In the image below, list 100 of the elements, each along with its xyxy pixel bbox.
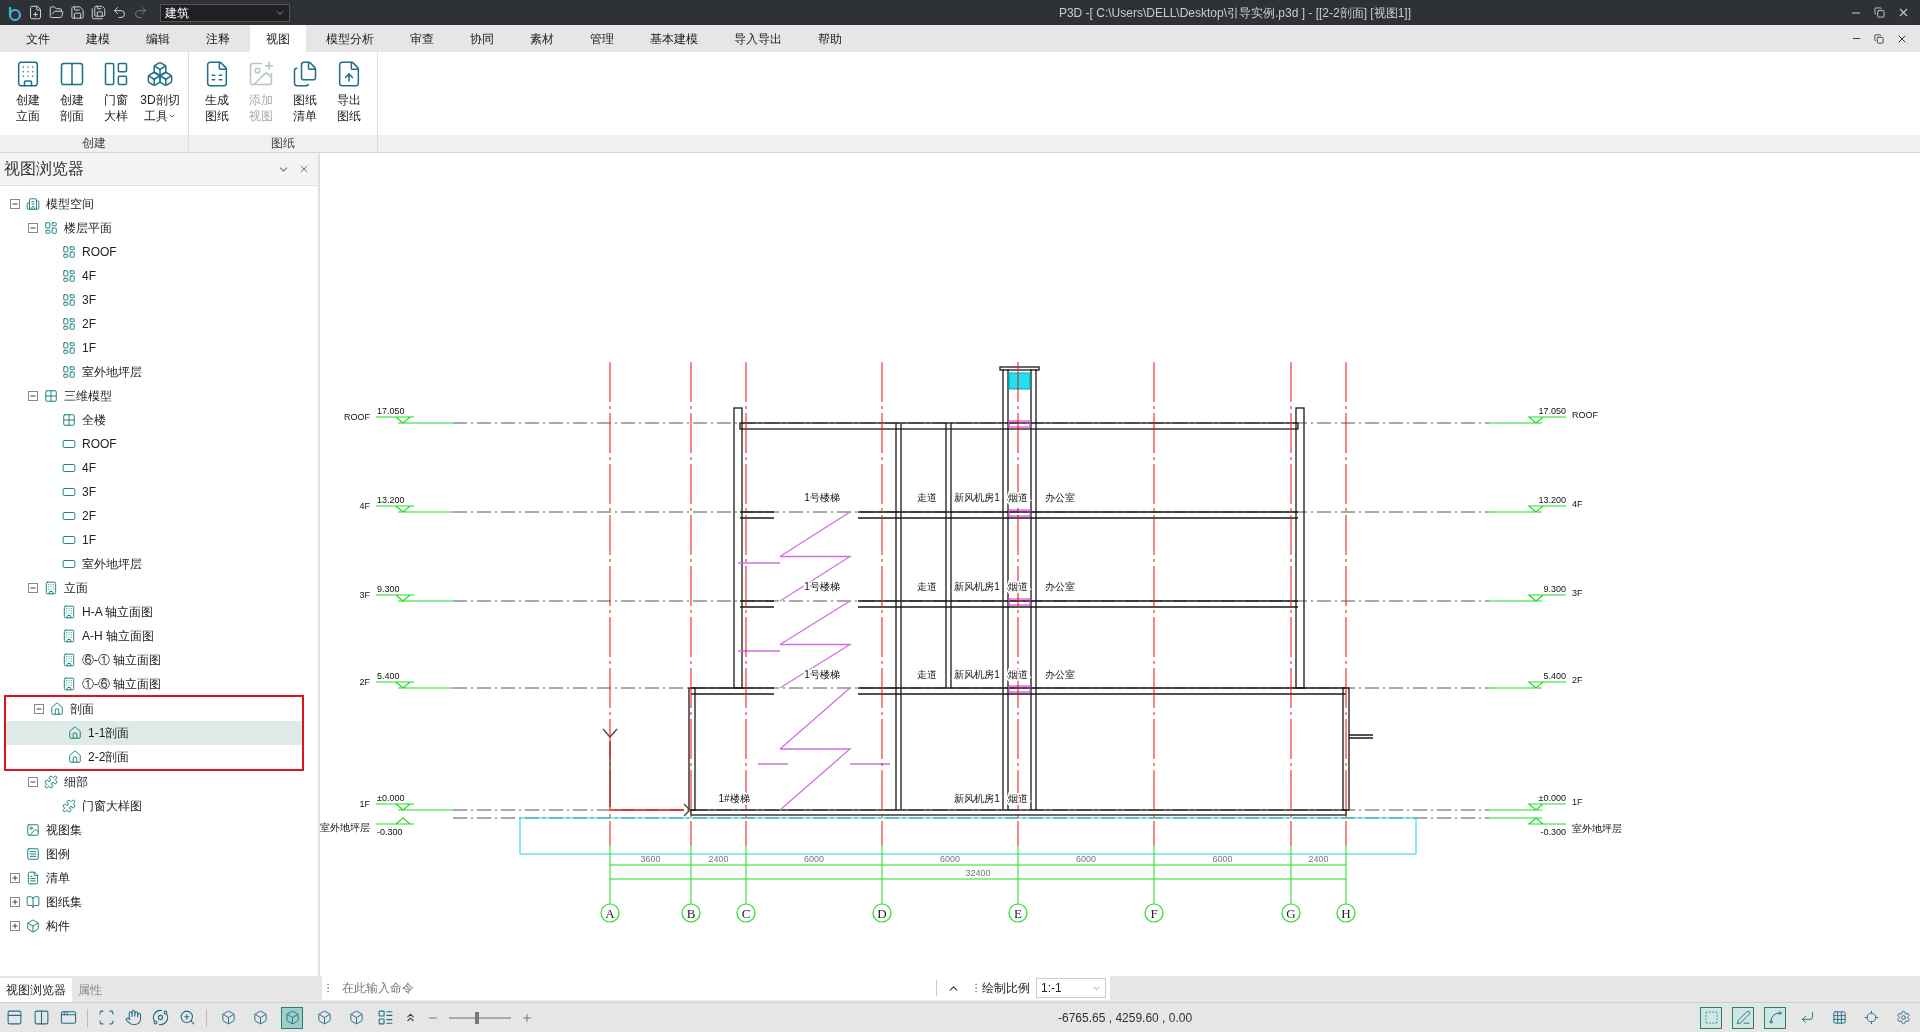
panel-tab[interactable]: 视图浏览器 — [0, 978, 72, 1002]
tree-item[interactable]: 4F — [0, 456, 318, 480]
menu-tab[interactable]: 协同 — [454, 25, 510, 52]
save-icon[interactable] — [70, 5, 85, 20]
slab-icon — [62, 485, 76, 499]
collapse-icon[interactable] — [28, 583, 38, 593]
orbit-icon[interactable] — [152, 1009, 169, 1026]
menu-tab[interactable]: 管理 — [574, 25, 630, 52]
panel-icon[interactable] — [6, 1009, 23, 1026]
snap-toggle[interactable] — [1732, 1006, 1754, 1029]
ribbon-button[interactable]: 生成 图纸 — [197, 60, 237, 124]
chevrons-up-icon[interactable] — [404, 1011, 417, 1024]
tree-item[interactable]: 1F — [0, 336, 318, 360]
tree-item[interactable]: 2F — [0, 504, 318, 528]
new-file-icon[interactable] — [28, 5, 43, 20]
collapse-icon[interactable] — [28, 777, 38, 787]
collapse-icon[interactable] — [10, 199, 20, 209]
menu-tab[interactable]: 建模 — [70, 25, 126, 52]
tree-item[interactable]: ⑥-① 轴立面图 — [0, 648, 318, 672]
menu-tab[interactable]: 审查 — [394, 25, 450, 52]
zoom-slider[interactable] — [449, 1010, 511, 1025]
tree-item[interactable]: 3F — [0, 480, 318, 504]
menu-tab[interactable]: 编辑 — [130, 25, 186, 52]
zoom-icon[interactable] — [179, 1009, 196, 1026]
room-label: 办公室 — [1045, 581, 1075, 592]
tree-item[interactable]: 立面 — [0, 576, 318, 600]
tree-item[interactable]: ①-⑥ 轴立面图 — [0, 672, 318, 696]
tree-item[interactable]: 1F — [0, 528, 318, 552]
level-name: 室外地坪层 — [1572, 823, 1622, 834]
menu-tab[interactable]: 模型分析 — [310, 25, 390, 52]
house-icon — [68, 750, 82, 764]
level-symbol — [375, 817, 415, 825]
menu-tab[interactable]: 素材 — [514, 25, 570, 52]
discipline-dropdown[interactable]: 建筑 — [160, 3, 290, 22]
menu-tab[interactable]: 帮助 — [802, 25, 858, 52]
tree-item[interactable]: 剖面 — [6, 697, 302, 721]
window-icon[interactable] — [60, 1009, 77, 1026]
elevation-label: 17.050 — [377, 406, 405, 416]
ribbon-button[interactable]: 导出 图纸 — [329, 60, 369, 124]
tree-item[interactable]: 室外地坪层 — [0, 552, 318, 576]
tree-item[interactable]: A-H 轴立面图 — [0, 624, 318, 648]
room-label: 新风机房1 — [954, 793, 1000, 804]
command-input[interactable]: 在此输入命令 — [334, 976, 930, 1000]
tree-item[interactable]: 构件 — [0, 914, 318, 938]
tree-item[interactable]: 模型空间 — [0, 192, 318, 216]
tree-item[interactable]: 视图集 — [0, 818, 318, 842]
undo-icon[interactable] — [112, 5, 127, 20]
open-folder-icon[interactable] — [49, 5, 64, 20]
restore-icon[interactable] — [1874, 33, 1884, 44]
zoom-in-icon[interactable] — [521, 1011, 533, 1024]
tree-item[interactable]: 细部 — [0, 770, 318, 794]
tree-item[interactable]: 室外地坪层 — [0, 360, 318, 384]
ribbon-button[interactable]: 创建 剖面 — [52, 60, 92, 124]
expand-icon[interactable] — [10, 921, 20, 931]
slider-thumb[interactable] — [474, 1011, 479, 1024]
close-icon[interactable] — [1897, 6, 1910, 19]
collapse-icon[interactable] — [28, 391, 38, 401]
expand-icon[interactable] — [10, 897, 20, 907]
tree-item[interactable]: 1-1剖面 — [6, 721, 302, 745]
menu-tab[interactable]: 导入导出 — [718, 25, 798, 52]
menu-tab[interactable]: 基本建模 — [634, 25, 714, 52]
tree-item[interactable]: ROOF — [0, 240, 318, 264]
expand-icon[interactable] — [10, 873, 20, 883]
tree-item[interactable]: 图例 — [0, 842, 318, 866]
tree-item[interactable]: 3F — [0, 288, 318, 312]
columns-icon[interactable] — [33, 1009, 50, 1026]
tree-item[interactable]: 4F — [0, 264, 318, 288]
ribbon-button[interactable]: 创建 立面 — [8, 60, 48, 124]
slab-icon — [62, 437, 76, 451]
view-mode-button[interactable] — [281, 1006, 303, 1029]
tree-item[interactable]: 图纸集 — [0, 890, 318, 914]
restore-icon[interactable] — [1874, 7, 1885, 18]
tree-item[interactable]: ROOF — [0, 432, 318, 456]
drawing-canvas[interactable] — [320, 153, 1920, 976]
snap-toggle[interactable] — [1700, 1006, 1722, 1029]
menu-tab[interactable]: 文件 — [10, 25, 66, 52]
tree-item[interactable]: 全楼 — [0, 408, 318, 432]
tree-item[interactable]: 楼层平面 — [0, 216, 318, 240]
snap-toggle[interactable] — [1764, 1006, 1786, 1029]
ribbon-button[interactable]: 3D剖切 工具 — [140, 60, 180, 124]
ribbon-group-label: 图纸 — [189, 135, 377, 152]
list-icon[interactable] — [377, 1009, 394, 1026]
pan-icon[interactable] — [125, 1009, 142, 1026]
zoom-extents-icon[interactable] — [98, 1009, 115, 1026]
scale-dropdown[interactable]: 1:-1 — [1036, 978, 1106, 998]
collapse-icon[interactable] — [34, 704, 44, 714]
axis-bubble: F — [1144, 903, 1164, 923]
tree-item[interactable]: 2-2剖面 — [6, 745, 302, 769]
ribbon-button[interactable]: 门窗 大样 — [96, 60, 136, 124]
collapse-icon[interactable] — [28, 223, 38, 233]
tree-item[interactable]: H-A 轴立面图 — [0, 600, 318, 624]
tree-item[interactable]: 门窗大样图 — [0, 794, 318, 818]
save-all-icon[interactable] — [91, 5, 106, 20]
ribbon-button[interactable]: 图纸 清单 — [285, 60, 325, 124]
menu-tab[interactable]: 视图 — [250, 25, 306, 52]
menu-tab[interactable]: 注释 — [190, 25, 246, 52]
tree-item[interactable]: 清单 — [0, 866, 318, 890]
tree-item[interactable]: 2F — [0, 312, 318, 336]
tree-item[interactable]: 三维模型 — [0, 384, 318, 408]
redo-icon[interactable] — [133, 5, 148, 20]
